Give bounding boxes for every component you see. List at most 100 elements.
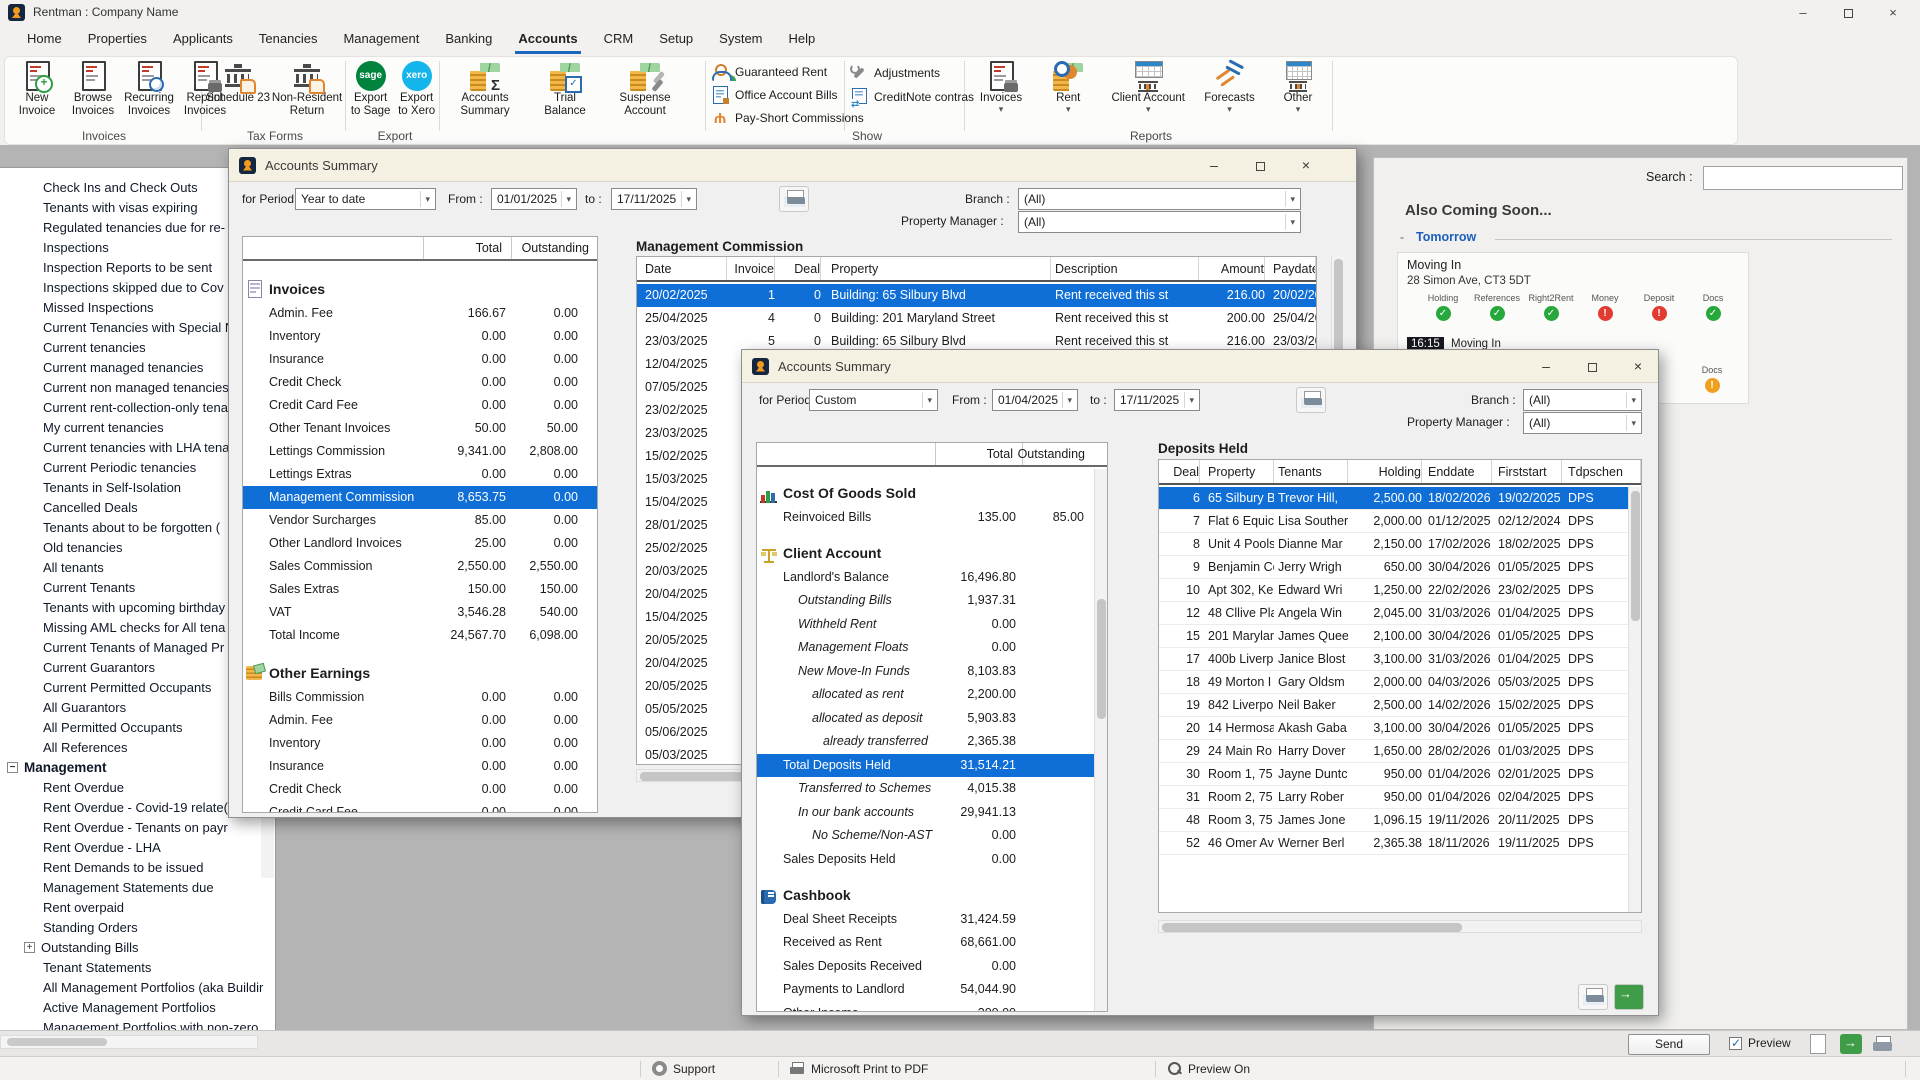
window-titlebar[interactable]: Accounts Summary <box>229 149 1356 182</box>
branch-select[interactable]: (All)▾ <box>1018 188 1301 210</box>
table-row[interactable]: 8 Unit 4 Pools Dianne Mar 2,150.00 17/02… <box>1159 533 1628 556</box>
table-row[interactable]: 29 24 Main Ro Harry Dover 1,650.00 28/02… <box>1159 740 1628 763</box>
menu-item[interactable]: Setup <box>646 25 706 55</box>
to-date-select[interactable]: 17/11/2025▾ <box>611 188 697 210</box>
list-item[interactable]: Cost Of Goods Sold <box>757 482 1094 506</box>
table-row[interactable]: 17 400b Liverp Janice Blost 3,100.00 31/… <box>1159 648 1628 671</box>
maximize-button[interactable] <box>1241 151 1279 179</box>
list-item[interactable]: Credit Check 0.00 0.00 <box>243 371 597 394</box>
status-support[interactable]: Support <box>652 1061 715 1076</box>
list-item[interactable]: Total Income 24,567.70 6,098.00 <box>243 624 597 647</box>
close-button[interactable]: × <box>1619 352 1657 380</box>
list-item[interactable]: Bills Commission 0.00 0.00 <box>243 686 597 709</box>
sidebar-item[interactable]: Rent overpaid <box>0 897 276 917</box>
status-printer[interactable]: Microsoft Print to PDF <box>790 1061 928 1076</box>
table-row[interactable]: 9 Benjamin Cc Jerry Wrigh 650.00 30/04/2… <box>1159 556 1628 579</box>
sidebar-item[interactable]: Outstanding Bills <box>0 937 276 957</box>
printer-icon[interactable] <box>1872 1034 1894 1054</box>
maximize-button[interactable] <box>1573 352 1611 380</box>
property-manager-select[interactable]: (All)▾ <box>1018 211 1301 233</box>
list-item[interactable]: Sales Extras 150.00 150.00 <box>243 578 597 601</box>
list-item[interactable]: Sales Commission 2,550.00 2,550.00 <box>243 555 597 578</box>
list-item[interactable]: Credit Card Fee 0.00 0.00 <box>243 394 597 417</box>
sidebar-item[interactable]: Standing Orders <box>0 917 276 937</box>
sidebar-item[interactable]: Tenant Statements <box>0 957 276 977</box>
ribbon-button[interactable]: Schedule 23 <box>205 59 271 125</box>
menu-item[interactable]: Applicants <box>160 25 246 55</box>
close-button[interactable]: × <box>1287 151 1325 179</box>
table-row[interactable]: 19 842 Liverpo Neil Baker 2,500.00 14/02… <box>1159 694 1628 717</box>
ribbon-button[interactable]: CreditNote contras <box>850 87 962 106</box>
ribbon-button[interactable]: TrialBalance <box>525 59 605 125</box>
ribbon-button[interactable]: AccountsSummary <box>445 59 525 125</box>
from-date-select[interactable]: 01/04/2025▾ <box>992 389 1078 411</box>
list-vertical-scrollbar[interactable] <box>1094 469 1107 1012</box>
expand-icon[interactable] <box>24 942 35 953</box>
menu-item[interactable]: CRM <box>591 25 647 55</box>
menu-item[interactable]: Properties <box>75 25 160 55</box>
sidebar-item[interactable]: All Management Portfolios (aka Buildir <box>0 977 276 997</box>
list-item[interactable]: Other Tenant Invoices 50.00 50.00 <box>243 417 597 440</box>
preview-checkbox[interactable] <box>1729 1037 1742 1050</box>
minimize-button[interactable]: – <box>1195 151 1233 179</box>
menu-item[interactable]: Tenancies <box>246 25 331 55</box>
ribbon-button[interactable]: BrowseInvoices <box>65 59 121 125</box>
list-item[interactable]: Credit Card Fee 0.00 0.00 <box>243 801 597 813</box>
table-horizontal-scrollbar[interactable] <box>1158 920 1642 933</box>
list-item[interactable]: Sales Deposits Received 0.00 <box>757 955 1094 979</box>
list-item[interactable]: Lettings Extras 0.00 0.00 <box>243 463 597 486</box>
list-item[interactable]: Landlord's Balance 16,496.80 <box>757 566 1094 590</box>
to-date-select[interactable]: 17/11/2025▾ <box>1114 389 1200 411</box>
list-item[interactable]: Other Landlord Invoices 25.00 0.00 <box>243 532 597 555</box>
list-item[interactable]: Inventory 0.00 0.00 <box>243 325 597 348</box>
print-button[interactable] <box>779 186 809 212</box>
list-item[interactable]: Invoices <box>243 276 597 302</box>
sidebar-item[interactable]: Active Management Portfolios <box>0 997 276 1017</box>
table-row[interactable]: 18 49 Morton I Gary Oldsm 2,000.00 04/03… <box>1159 671 1628 694</box>
list-item[interactable]: Total Deposits Held 31,514.21 <box>757 754 1094 778</box>
sidebar-item[interactable]: Rent Demands to be issued <box>0 857 276 877</box>
list-item[interactable]: Sales Deposits Held 0.00 <box>757 848 1094 872</box>
print-button[interactable] <box>1578 984 1608 1010</box>
search-input[interactable] <box>1703 166 1903 190</box>
ribbon-button[interactable]: Exportto Sage <box>347 59 394 125</box>
list-item[interactable]: Withheld Rent 0.00 <box>757 613 1094 637</box>
list-item[interactable]: Cashbook <box>757 884 1094 908</box>
sidebar-item[interactable]: Rent Overdue - LHA <box>0 837 276 857</box>
ribbon-button[interactable]: NewInvoice <box>9 59 65 125</box>
minimize-button[interactable]: – <box>1527 352 1565 380</box>
ribbon-button[interactable]: Non-ResidentReturn <box>271 59 343 125</box>
close-button[interactable]: × <box>1872 0 1914 25</box>
ribbon-button[interactable]: Invoices▾ <box>973 59 1029 125</box>
table-vertical-scrollbar[interactable] <box>1628 487 1641 913</box>
table-row[interactable]: 12 48 Cllive Pla Angela Win 2,045.00 31/… <box>1159 602 1628 625</box>
table-row[interactable]: 48 Room 3, 75 James Jone 1,096.15 19/11/… <box>1159 809 1628 832</box>
list-item[interactable]: VAT 3,546.28 540.00 <box>243 601 597 624</box>
list-item[interactable]: Client Account <box>757 542 1094 566</box>
list-item[interactable]: No Scheme/Non-AST 0.00 <box>757 824 1094 848</box>
table-row[interactable]: 15 201 Marylar James Quee 2,100.00 30/04… <box>1159 625 1628 648</box>
table-row[interactable]: 10 Apt 302, Ke Edward Wri 1,250.00 22/02… <box>1159 579 1628 602</box>
list-item[interactable]: Transferred to Schemes 4,015.38 <box>757 777 1094 801</box>
list-item[interactable]: already transferred 2,365.38 <box>757 730 1094 754</box>
list-item[interactable]: Insurance 0.00 0.00 <box>243 348 597 371</box>
menu-item[interactable]: Help <box>776 25 829 55</box>
property-manager-select[interactable]: (All)▾ <box>1523 412 1642 434</box>
list-item[interactable]: allocated as deposit 5,903.83 <box>757 707 1094 731</box>
table-row[interactable]: 30 Room 1, 75 Jayne Duntc 950.00 01/04/2… <box>1159 763 1628 786</box>
list-item[interactable]: Reinvoiced Bills 135.00 85.00 <box>757 506 1094 530</box>
table-row[interactable]: 31 Room 2, 75 Larry Rober 950.00 01/04/2… <box>1159 786 1628 809</box>
ribbon-button[interactable]: Guaranteed Rent <box>711 63 841 81</box>
list-item[interactable]: Credit Check 0.00 0.00 <box>243 778 597 801</box>
list-item[interactable]: Outstanding Bills 1,937.31 <box>757 589 1094 613</box>
list-item[interactable]: Other Earnings <box>243 660 597 686</box>
list-item[interactable]: Management Commission 8,653.75 0.00 <box>243 486 597 509</box>
list-item[interactable]: allocated as rent 2,200.00 <box>757 683 1094 707</box>
table-row[interactable]: 6 65 Silbury B Trevor Hill, 2,500.00 18/… <box>1159 487 1628 510</box>
status-preview[interactable]: Preview On <box>1167 1061 1250 1076</box>
list-item[interactable]: Vendor Surcharges 85.00 0.00 <box>243 509 597 532</box>
ribbon-button[interactable]: Adjustments <box>850 63 962 82</box>
ribbon-button[interactable]: Pay-Short Commissions <box>711 109 841 127</box>
window-titlebar[interactable]: Accounts Summary <box>742 350 1658 383</box>
menu-item[interactable]: Home <box>14 25 75 55</box>
